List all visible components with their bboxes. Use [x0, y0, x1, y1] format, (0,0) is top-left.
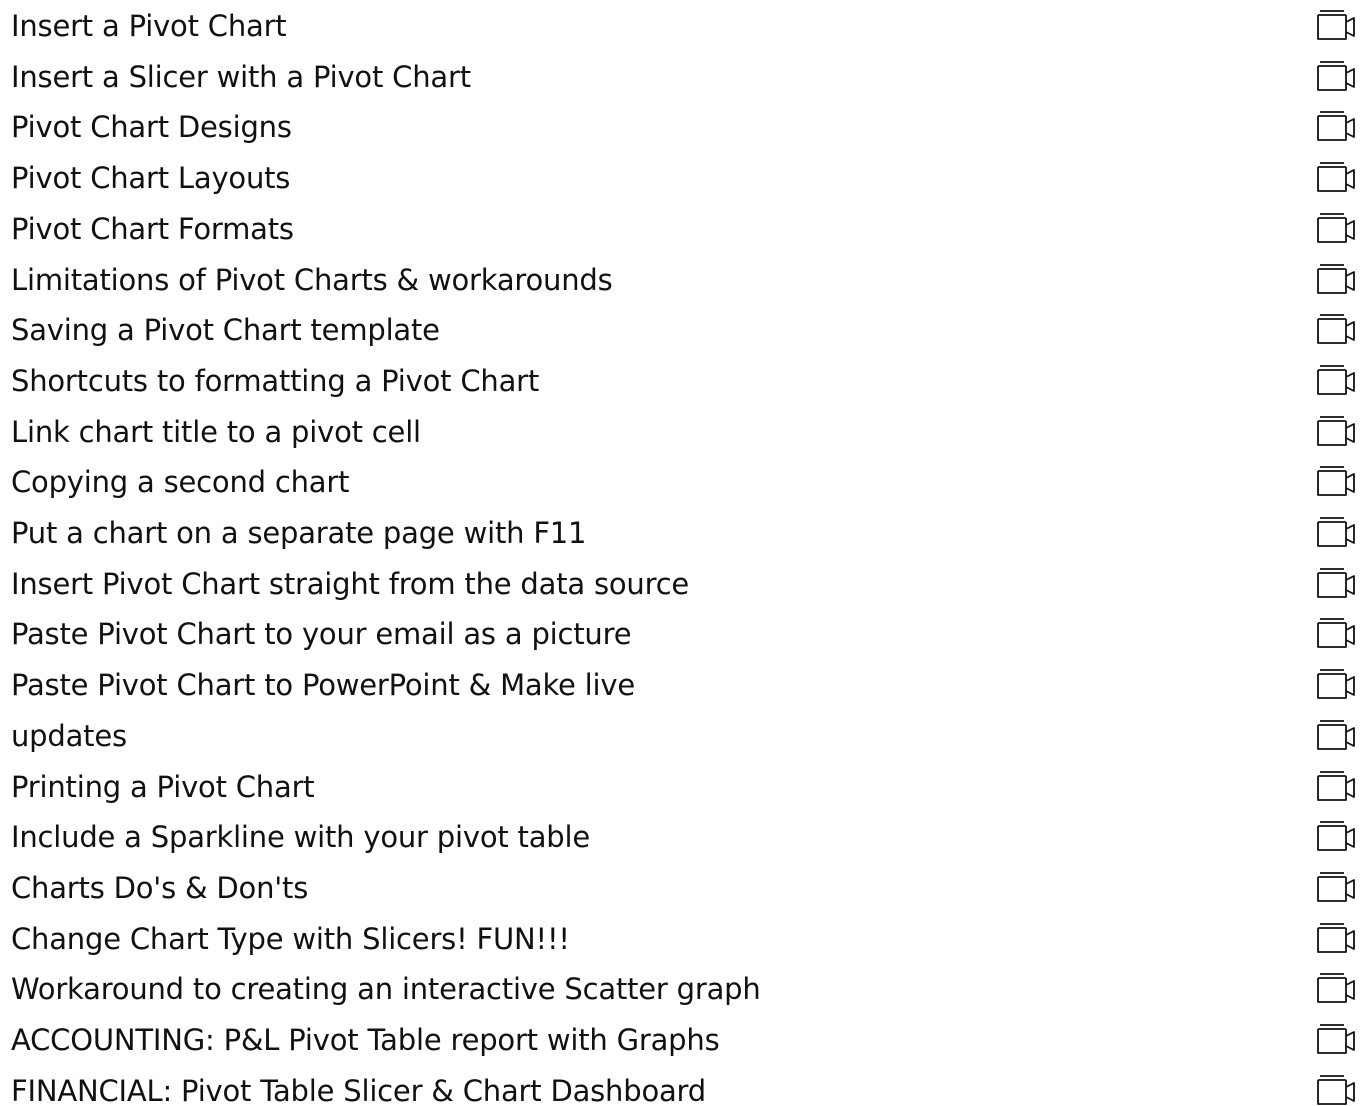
lecture-item[interactable]: Copying a second chart [0, 457, 1369, 508]
lecture-item[interactable]: Shortcuts to formatting a Pivot Chart [0, 356, 1369, 407]
video-icon [1314, 161, 1360, 193]
video-icon [1314, 719, 1360, 751]
video-icon [1314, 617, 1360, 649]
video-icon [1314, 364, 1360, 396]
lecture-title: Insert a Slicer with a Pivot Chart [11, 59, 471, 94]
lecture-item[interactable]: Pivot Chart Layouts [0, 153, 1369, 204]
video-icon [1314, 668, 1360, 700]
lecture-item[interactable]: Workaround to creating an interactive Sc… [0, 964, 1369, 1015]
lecture-item[interactable]: FINANCIAL: Pivot Table Slicer & Chart Da… [0, 1066, 1369, 1106]
lecture-item[interactable]: Include a Sparkline with your pivot tabl… [0, 812, 1369, 863]
lecture-item[interactable]: Insert Pivot Chart straight from the dat… [0, 559, 1369, 610]
video-icon [1314, 972, 1360, 1004]
video-icon [1314, 465, 1360, 497]
lecture-item[interactable]: updates [0, 711, 1369, 762]
lecture-title: Paste Pivot Chart to your email as a pic… [11, 617, 632, 652]
lecture-title: Limitations of Pivot Charts & workaround… [11, 262, 613, 297]
lecture-title: Saving a Pivot Chart template [11, 313, 440, 348]
lecture-title: Insert a Pivot Chart [11, 9, 287, 43]
lecture-title: Change Chart Type with Slicers! FUN!!! [11, 921, 570, 956]
video-icon [1314, 516, 1360, 548]
lecture-item[interactable]: Insert a Slicer with a Pivot Chart [0, 52, 1369, 103]
lecture-list: Insert a Pivot Chart Insert a Slicer wit… [0, 0, 1369, 1106]
lecture-item[interactable]: Pivot Chart Formats [0, 204, 1369, 255]
lecture-item[interactable]: Change Chart Type with Slicers! FUN!!! [0, 914, 1369, 965]
lecture-item[interactable]: Link chart title to a pivot cell [0, 407, 1369, 458]
lecture-title: Printing a Pivot Chart [11, 769, 315, 804]
lecture-title: Pivot Chart Layouts [11, 161, 291, 196]
video-icon [1314, 1074, 1360, 1106]
video-icon [1314, 922, 1360, 954]
lecture-item[interactable]: Saving a Pivot Chart template [0, 305, 1369, 356]
video-icon [1314, 313, 1360, 345]
lecture-item[interactable]: Put a chart on a separate page with F11 [0, 508, 1369, 559]
video-icon [1314, 415, 1360, 447]
lecture-title: Pivot Chart Designs [11, 110, 292, 145]
video-icon [1314, 263, 1360, 295]
lecture-item[interactable]: Charts Do's & Don'ts [0, 863, 1369, 914]
lecture-title: Insert Pivot Chart straight from the dat… [11, 566, 690, 601]
video-icon [1314, 9, 1360, 41]
lecture-title: FINANCIAL: Pivot Table Slicer & Chart Da… [11, 1073, 706, 1106]
video-icon [1314, 110, 1360, 142]
lecture-title: Pivot Chart Formats [11, 211, 294, 246]
lecture-title: ACCOUNTING: P&L Pivot Table report with … [11, 1023, 720, 1057]
lecture-title: Charts Do's & Don'ts [11, 870, 309, 905]
lecture-item[interactable]: ACCOUNTING: P&L Pivot Table report with … [0, 1015, 1369, 1066]
lecture-title: updates [11, 718, 127, 753]
lecture-item[interactable]: Paste Pivot Chart to PowerPoint & Make l… [0, 660, 1369, 711]
lecture-item[interactable]: Limitations of Pivot Charts & workaround… [0, 255, 1369, 306]
lecture-title: Link chart title to a pivot cell [11, 414, 421, 449]
video-icon [1314, 567, 1360, 599]
lecture-item[interactable]: Pivot Chart Designs [0, 102, 1369, 153]
video-icon [1314, 1023, 1360, 1055]
lecture-item[interactable]: Paste Pivot Chart to your email as a pic… [0, 609, 1369, 660]
lecture-title: Include a Sparkline with your pivot tabl… [11, 820, 591, 855]
lecture-title: Workaround to creating an interactive Sc… [11, 972, 761, 1007]
video-icon [1314, 212, 1360, 244]
lecture-item[interactable]: Printing a Pivot Chart [0, 762, 1369, 813]
video-icon [1314, 871, 1360, 903]
lecture-title: Paste Pivot Chart to PowerPoint & Make l… [11, 668, 636, 703]
lecture-title: Shortcuts to formatting a Pivot Chart [11, 363, 540, 398]
video-icon [1314, 820, 1360, 852]
lecture-title: Put a chart on a separate page with F11 [11, 516, 587, 550]
lecture-item[interactable]: Insert a Pivot Chart [0, 1, 1369, 52]
lecture-title: Copying a second chart [11, 465, 350, 500]
video-icon [1314, 770, 1360, 802]
video-icon [1314, 60, 1360, 92]
